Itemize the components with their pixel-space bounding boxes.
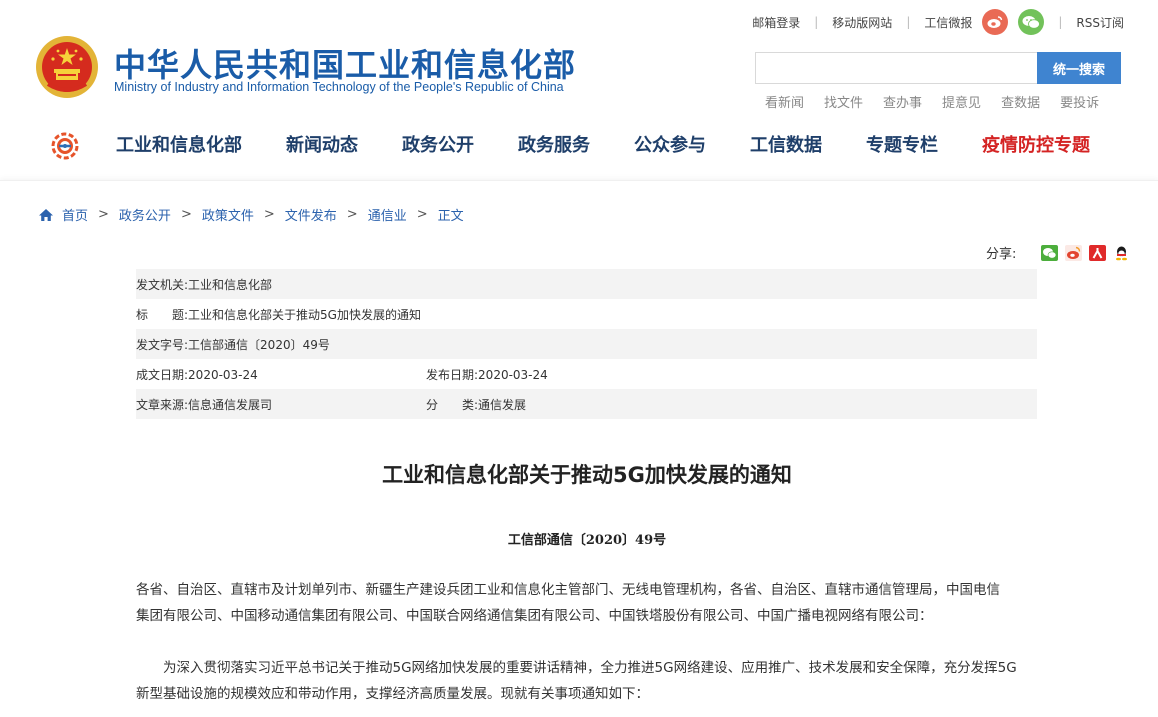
qq-share-icon[interactable] (1113, 244, 1131, 261)
share-label: 分享: (986, 247, 1017, 262)
meta-label: 发布日期: (426, 367, 479, 382)
paragraph-line: 各省、自治区、直辖市及计划单列市、新疆生产建设兵团工业和信息化主管部门、无线电管… (136, 582, 1000, 598)
meta-row-issuer: 发文机关: 工业和信息化部 (136, 269, 1037, 299)
meta-row-title: 标 题: 工业和信息化部关于推动5G加快发展的通知 (136, 299, 1037, 329)
breadcrumb-separator: > (263, 207, 275, 222)
breadcrumb-current: 正文 (437, 209, 464, 224)
nav-item-government-services[interactable]: 政务服务 (518, 133, 590, 161)
breadcrumb-policy-files[interactable]: 政策文件 (202, 205, 254, 224)
meta-category: 分 类:通信发展 (426, 396, 716, 413)
article-title: 工业和信息化部关于推动5G加快发展的通知 (382, 463, 792, 487)
search-button[interactable]: 统一搜索 (1037, 52, 1121, 84)
nav-item-government-affairs[interactable]: 政务公开 (402, 133, 474, 161)
nav-item-epidemic[interactable]: 疫情防控专题 (982, 133, 1090, 161)
renren-share-icon[interactable] (1089, 244, 1107, 261)
breadcrumb-file-release[interactable]: 文件发布 (285, 205, 337, 224)
weibo-share-icon[interactable] (1065, 244, 1083, 261)
meta-value: 2020-03-24 (478, 367, 548, 382)
nav-item-news[interactable]: 新闻动态 (286, 133, 358, 161)
national-emblem-icon[interactable] (34, 34, 100, 100)
wechat-icon[interactable] (1018, 9, 1045, 35)
mobile-site-link[interactable]: 移动版网站 (832, 14, 892, 31)
main-content: 首页 > 政务公开 > 政策文件 > 文件发布 > 通信业 > 正文 分享: 发… (0, 180, 1158, 717)
nav-item-public-participation[interactable]: 公众参与 (634, 133, 706, 161)
quick-link-feedback[interactable]: 提意见 (942, 92, 981, 111)
meta-row-source: 文章来源:信息通信发展司 分 类:通信发展 (136, 389, 1037, 419)
meta-value: 工业和信息化部关于推动5G加快发展的通知 (188, 307, 421, 322)
meta-source: 文章来源:信息通信发展司 (136, 396, 426, 413)
top-links: 邮箱登录 | 移动版网站 | 工信微报 | RSS订阅 (752, 8, 1124, 36)
article-paragraph: 各省、自治区、直辖市及计划单列市、新疆生产建设兵团工业和信息化主管部门、无线电管… (136, 577, 1000, 629)
site-header: 中华人民共和国工业和信息化部 Ministry of Industry and … (0, 0, 1158, 180)
wechat-share-icon[interactable] (1041, 244, 1059, 261)
miit-logo-icon[interactable] (50, 131, 80, 161)
meta-label: 发文机关: (136, 277, 189, 292)
quick-link-files[interactable]: 找文件 (824, 92, 863, 111)
meta-written-date: 成文日期:2020-03-24 (136, 366, 426, 383)
quick-links: 看新闻 找文件 查办事 提意见 查数据 要投诉 (765, 92, 1119, 111)
breadcrumb-separator: > (346, 207, 358, 222)
nav-item-ministry[interactable]: 工业和信息化部 (116, 133, 242, 161)
meta-published-date: 发布日期:2020-03-24 (426, 366, 716, 383)
breadcrumb-home[interactable]: 首页 (62, 205, 88, 224)
paragraph-line: 集团有限公司、中国移动通信集团有限公司、中国联合网络通信集团有限公司、中国铁塔股… (136, 608, 933, 624)
search-input[interactable] (755, 52, 1038, 84)
separator: | (814, 15, 819, 29)
nav-item-data[interactable]: 工信数据 (750, 133, 822, 161)
breadcrumb-separator: > (416, 207, 428, 222)
breadcrumb-separator: > (98, 207, 109, 222)
breadcrumb-separator: > (180, 207, 192, 222)
meta-value: 工信部通信〔2020〕49号 (188, 337, 330, 352)
meta-label: 成文日期: (136, 367, 189, 382)
quick-link-data[interactable]: 查数据 (1001, 92, 1040, 111)
quick-link-services[interactable]: 查办事 (883, 92, 922, 111)
rss-link[interactable]: RSS订阅 (1076, 14, 1124, 31)
article-paragraph: 为深入贯彻落实习近平总书记关于推动5G网络加快发展的重要讲话精神，全力推进5G网… (136, 655, 1017, 707)
site-subtitle: Ministry of Industry and Information Tec… (114, 80, 564, 94)
separator: | (1058, 15, 1063, 29)
meta-label: 标 题: (136, 307, 189, 322)
article-doc-number: 工信部通信〔2020〕49号 (507, 533, 667, 548)
main-nav: 工业和信息化部 新闻动态 政务公开 政务服务 公众参与 工信数据 专题专栏 疫情… (116, 133, 1090, 161)
meta-label: 文章来源: (136, 397, 189, 412)
breadcrumb-telecom[interactable]: 通信业 (368, 205, 407, 224)
paragraph-line: 为深入贯彻落实习近平总书记关于推动5G网络加快发展的重要讲话精神，全力推进5G网… (136, 660, 1017, 676)
quick-link-news[interactable]: 看新闻 (765, 92, 804, 111)
meta-value: 2020-03-24 (188, 367, 258, 382)
weibo-icon[interactable] (982, 9, 1009, 35)
weibo-link[interactable]: 工信微报 (924, 14, 972, 31)
separator: | (906, 15, 911, 29)
nav-item-special-topics[interactable]: 专题专栏 (866, 133, 938, 161)
meta-value: 信息通信发展司 (188, 397, 273, 412)
meta-value: 通信发展 (478, 397, 527, 412)
meta-value: 工业和信息化部 (188, 277, 273, 292)
meta-label: 分 类: (426, 397, 479, 412)
breadcrumb-government-affairs[interactable]: 政务公开 (119, 205, 171, 224)
quick-link-complaint[interactable]: 要投诉 (1060, 92, 1099, 111)
meta-row-doc-number: 发文字号: 工信部通信〔2020〕49号 (136, 329, 1037, 359)
share-bar: 分享: (986, 243, 1131, 262)
home-icon[interactable] (38, 208, 54, 222)
mail-login-link[interactable]: 邮箱登录 (752, 14, 800, 31)
meta-label: 发文字号: (136, 337, 189, 352)
breadcrumb: 首页 > 政务公开 > 政策文件 > 文件发布 > 通信业 > 正文 (38, 205, 464, 224)
document-meta-table: 发文机关: 工业和信息化部 标 题: 工业和信息化部关于推动5G加快发展的通知 … (136, 269, 1037, 419)
meta-row-dates: 成文日期:2020-03-24 发布日期:2020-03-24 (136, 359, 1037, 389)
paragraph-line: 新型基础设施的规模效应和带动作用，支撑经济高质量发展。现就有关事项通知如下： (136, 686, 649, 702)
